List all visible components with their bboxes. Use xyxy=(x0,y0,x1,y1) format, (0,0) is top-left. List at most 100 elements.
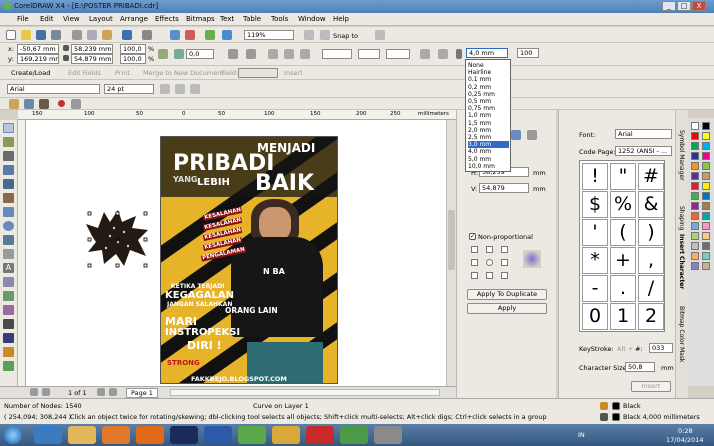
rectangle-tool-icon[interactable] xyxy=(3,207,14,217)
dropdown-option[interactable]: 3,0 mm xyxy=(468,141,509,149)
cut-icon[interactable] xyxy=(72,30,82,40)
color-swatch[interactable] xyxy=(702,132,710,140)
color-swatch[interactable] xyxy=(691,192,699,200)
color-swatch[interactable] xyxy=(702,202,710,210)
rotation-angle-field[interactable]: 0,0 xyxy=(186,49,214,59)
start-button[interactable] xyxy=(4,426,22,444)
crop-tool-icon[interactable] xyxy=(3,151,14,161)
new-icon[interactable] xyxy=(6,30,16,40)
print-icon[interactable] xyxy=(51,30,61,40)
color-swatch[interactable] xyxy=(691,142,699,150)
shape-tool-icon[interactable] xyxy=(3,137,14,147)
color-swatch[interactable] xyxy=(702,252,710,260)
clock-date[interactable]: 17/04/2014 xyxy=(666,436,703,444)
y-position-field[interactable]: 169,219 mm xyxy=(17,54,59,64)
poster-artwork[interactable]: MENJADI PRIBADI YANG LEBIH BAIK KESALAHA… xyxy=(160,136,338,384)
glyph-cell[interactable]: + xyxy=(610,247,636,274)
tab-symbol-manager[interactable]: Symbol Manager xyxy=(678,130,685,181)
mirror-vertical-icon[interactable] xyxy=(246,49,256,59)
next-page-icon[interactable] xyxy=(97,388,105,396)
clock-time[interactable]: 0:28 xyxy=(678,427,693,435)
close-curve-icon[interactable] xyxy=(420,49,430,59)
print-button[interactable]: Print xyxy=(115,69,130,77)
outline-width-dropdown-list[interactable]: None Hairline 0,1 mm 0,2 mm 0,25 mm 0,5 mm 0,7… xyxy=(465,59,511,172)
glyph-cell[interactable]: ' xyxy=(582,219,608,246)
vertical-scroll-thumb[interactable] xyxy=(448,210,455,270)
glyph-cell[interactable]: ( xyxy=(610,219,636,246)
width-field[interactable]: 58,239 mm xyxy=(71,44,113,54)
taskbar-ie-icon[interactable] xyxy=(34,426,62,444)
save-icon[interactable] xyxy=(36,30,46,40)
glyph-cell[interactable]: $ xyxy=(582,191,608,218)
lock-ratio-icon[interactable] xyxy=(158,49,168,59)
glyph-cell[interactable]: " xyxy=(610,163,636,190)
dropdown-option[interactable]: 1,0 mm xyxy=(468,112,509,119)
color-swatch[interactable] xyxy=(691,172,699,180)
full-screen-icon[interactable] xyxy=(304,30,314,40)
zoom-level-field[interactable]: 119% xyxy=(244,30,294,40)
run-macro-icon[interactable] xyxy=(9,99,19,109)
menu-bitmaps[interactable]: Bitmaps xyxy=(186,15,215,23)
menu-help[interactable]: Help xyxy=(333,15,349,23)
pause-icon[interactable] xyxy=(71,99,81,109)
wrap-text-icon[interactable] xyxy=(438,49,448,59)
prev-page-icon[interactable] xyxy=(42,388,50,396)
fill-tool-icon[interactable] xyxy=(3,347,14,357)
menu-layout[interactable]: Layout xyxy=(89,15,113,23)
wrap-icon[interactable] xyxy=(300,49,310,59)
tab-bitmap-color-mask[interactable]: Bitmap Color Mask xyxy=(678,306,685,362)
line-start-arrow[interactable] xyxy=(322,49,352,59)
outline-width-field[interactable]: 4,0 mm xyxy=(466,48,508,58)
dropdown-option[interactable]: 1,5 mm xyxy=(468,120,509,127)
table-tool-icon[interactable] xyxy=(3,277,14,287)
color-swatch[interactable] xyxy=(691,162,699,170)
dropdown-option[interactable]: 5,0 mm xyxy=(468,156,509,163)
language-indicator[interactable]: IN xyxy=(578,431,585,439)
dropdown-option[interactable]: 10,0 mm xyxy=(468,163,509,170)
paste-icon[interactable] xyxy=(102,30,112,40)
color-swatch[interactable] xyxy=(702,182,710,190)
tab-insert-character[interactable]: Insert Character xyxy=(678,234,685,289)
menu-arrange[interactable]: Arrange xyxy=(120,15,148,23)
first-page-icon[interactable] xyxy=(30,388,38,396)
outline-tool-icon[interactable] xyxy=(3,333,14,343)
taskbar-photoshop-icon[interactable] xyxy=(170,426,198,444)
color-swatch[interactable] xyxy=(702,162,710,170)
scale-y-field[interactable]: 100,0 xyxy=(120,54,146,64)
field-dropdown[interactable] xyxy=(238,68,278,78)
macro-manager-icon[interactable] xyxy=(39,99,49,109)
char-size-field[interactable]: 50,8 xyxy=(625,362,655,372)
glyph-cell[interactable]: # xyxy=(638,163,664,190)
close-button[interactable]: X xyxy=(692,1,706,11)
color-swatch[interactable] xyxy=(702,232,710,240)
color-swatch[interactable] xyxy=(691,212,699,220)
dropdown-option[interactable]: 2,5 mm xyxy=(468,134,509,141)
color-swatch[interactable] xyxy=(702,192,710,200)
bold-icon[interactable] xyxy=(160,84,170,94)
insert-field-button[interactable]: Insert xyxy=(284,69,303,77)
menu-window[interactable]: Window xyxy=(298,15,326,23)
color-swatch[interactable] xyxy=(702,122,710,130)
keystroke-field[interactable]: 033 xyxy=(649,343,673,353)
size-v-field[interactable]: 54,879 xyxy=(479,183,529,193)
color-swatch[interactable] xyxy=(702,262,710,270)
menu-edit[interactable]: Edit xyxy=(40,15,54,23)
taskbar-tool-icon[interactable] xyxy=(272,426,300,444)
apply-button[interactable]: Apply xyxy=(467,303,547,314)
menu-view[interactable]: View xyxy=(63,15,80,23)
nonprop-checkbox[interactable]: ✓ xyxy=(469,233,476,240)
taskbar-explorer-icon[interactable] xyxy=(68,426,96,444)
taskbar-coreldraw-icon[interactable] xyxy=(238,426,266,444)
interactive-blend-icon[interactable] xyxy=(3,305,14,315)
color-swatch[interactable] xyxy=(691,252,699,260)
eyedropper-icon[interactable] xyxy=(3,319,14,329)
glyph-cell[interactable]: * xyxy=(582,247,608,274)
color-swatch[interactable] xyxy=(691,222,699,230)
maximize-button[interactable]: □ xyxy=(677,1,691,11)
edit-fields-button[interactable]: Edit Fields xyxy=(68,69,101,77)
opacity-field[interactable]: 100 xyxy=(517,48,539,58)
copy-icon[interactable] xyxy=(87,30,97,40)
create-load-button[interactable]: Create/Load xyxy=(11,69,50,77)
menu-text[interactable]: Text xyxy=(220,15,234,23)
color-swatch[interactable] xyxy=(702,142,710,150)
